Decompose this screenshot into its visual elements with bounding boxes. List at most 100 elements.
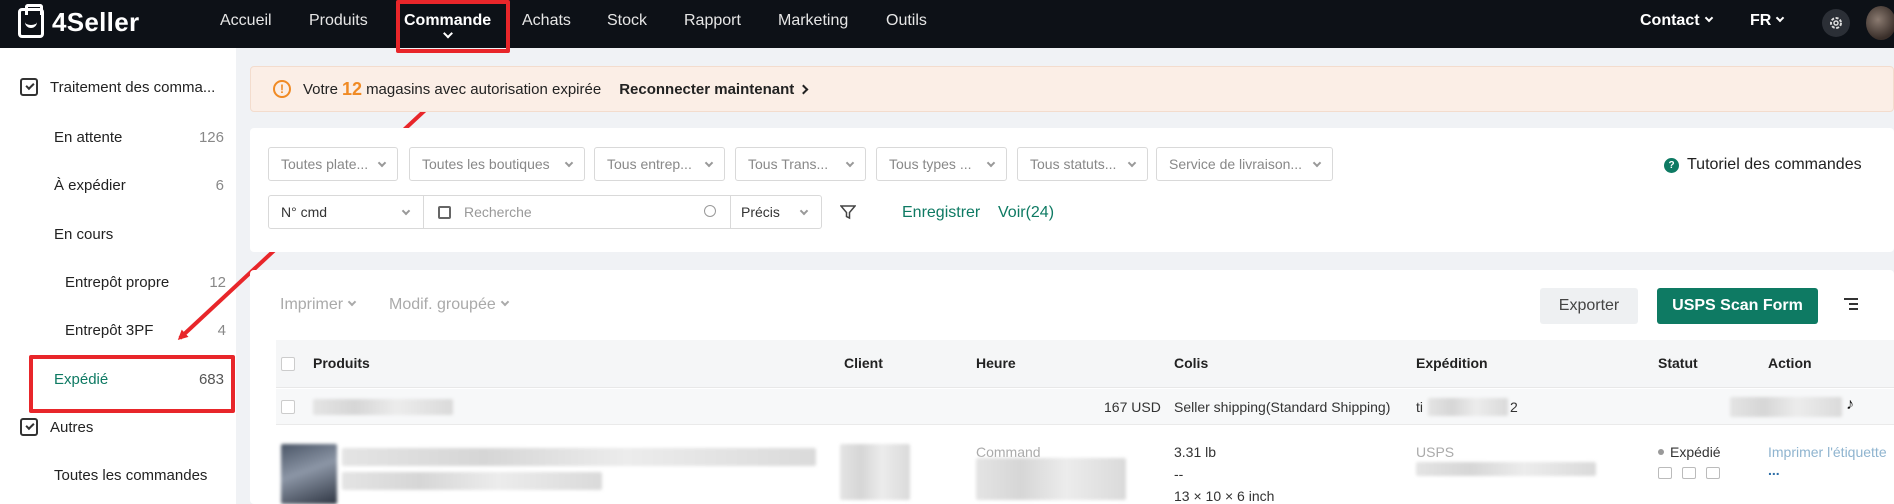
filter-label: Toutes plate... bbox=[281, 156, 369, 172]
sidebar-item-label: Entrepôt propre bbox=[65, 274, 170, 291]
gear-icon bbox=[1830, 17, 1842, 29]
order-amount: 167 USD bbox=[1104, 399, 1161, 415]
filter-panel: Toutes plate... Toutes les boutiques Tou… bbox=[250, 128, 1894, 252]
chevron-down-icon bbox=[1127, 158, 1137, 168]
search-icon bbox=[704, 205, 716, 217]
warehouse-filter[interactable]: Tous entrep... bbox=[594, 147, 725, 181]
user-avatar[interactable] bbox=[1866, 6, 1894, 40]
sidebar-item-label: À expédier bbox=[54, 177, 126, 194]
nav-item-produits[interactable]: Produits bbox=[309, 0, 368, 48]
sidebar-group-order-processing[interactable]: Traitement des comma... bbox=[20, 78, 215, 96]
filter-label: Tous Trans... bbox=[748, 156, 829, 172]
nav-item-achats[interactable]: Achats bbox=[522, 0, 571, 48]
nav-item-stock[interactable]: Stock bbox=[607, 0, 647, 48]
expired-authorization-alert: ! Votre 12 magasins avec autorisation ex… bbox=[250, 66, 1894, 112]
chevron-down-icon bbox=[347, 297, 357, 307]
sidebar-item-label: Toutes les commandes bbox=[54, 467, 208, 484]
chevron-down-icon bbox=[1704, 13, 1713, 23]
search-placeholder: Recherche bbox=[464, 204, 532, 220]
nav-item-accueil[interactable]: Accueil bbox=[220, 0, 272, 48]
bulk-edit-dropdown[interactable]: Modif. groupée bbox=[389, 296, 509, 314]
delivery-service-filter[interactable]: Service de livraison... bbox=[1156, 147, 1333, 181]
print-icon[interactable] bbox=[1682, 467, 1696, 479]
carrier-filter[interactable]: Tous Trans... bbox=[735, 147, 866, 181]
contact-menu[interactable]: Contact bbox=[1640, 0, 1713, 48]
warning-icon: ! bbox=[273, 80, 291, 98]
platform-filter[interactable]: Toutes plate... bbox=[268, 147, 398, 181]
carrier-name: USPS bbox=[1416, 444, 1455, 460]
column-header-shipping: Expédition bbox=[1416, 355, 1488, 371]
help-icon: ? bbox=[1664, 157, 1679, 173]
redacted-shipping-detail bbox=[1416, 462, 1596, 476]
redacted-product-sku bbox=[342, 472, 602, 490]
product-thumbnail[interactable] bbox=[281, 444, 337, 504]
table-header: Produits Client Heure Colis Expédition S… bbox=[276, 340, 1894, 388]
print-icon[interactable] bbox=[1706, 467, 1720, 479]
sidebar-group-label: Traitement des comma... bbox=[50, 78, 216, 96]
redacted-time bbox=[976, 458, 1126, 500]
save-view-link[interactable]: Enregistrer bbox=[902, 204, 980, 222]
brand-name: 4Seller bbox=[52, 7, 140, 37]
print-label-link[interactable]: Imprimer l'étiquette bbox=[1768, 444, 1887, 460]
search-field-label: N° cmd bbox=[281, 204, 328, 220]
status-filter[interactable]: Tous statuts... bbox=[1017, 147, 1148, 181]
language-selector[interactable]: FR bbox=[1750, 0, 1785, 48]
alert-prefix: Votre bbox=[303, 80, 339, 98]
nav-item-commande[interactable]: Commande bbox=[404, 0, 491, 48]
sidebar-item-count: 683 bbox=[198, 371, 224, 388]
chevron-down-icon bbox=[442, 28, 453, 39]
chevron-down-icon bbox=[1312, 158, 1322, 168]
column-header-action: Action bbox=[1768, 355, 1812, 371]
nav-item-rapport[interactable]: Rapport bbox=[684, 0, 741, 48]
chevron-down-icon bbox=[500, 297, 509, 307]
chevron-down-icon bbox=[845, 158, 855, 168]
chevron-down-icon bbox=[377, 158, 387, 168]
settings-button[interactable] bbox=[1822, 9, 1850, 37]
print-icon[interactable] bbox=[1658, 467, 1672, 479]
search-input[interactable]: Recherche bbox=[423, 195, 731, 229]
filter-label: Tous statuts... bbox=[1030, 156, 1117, 172]
filter-label: Toutes les boutiques bbox=[422, 156, 550, 172]
usps-scan-form-button[interactable]: USPS Scan Form bbox=[1657, 288, 1818, 324]
status-badge: Expédié bbox=[1658, 444, 1721, 460]
redacted-tracking-number bbox=[1428, 398, 1508, 416]
sidebar-item-count: 126 bbox=[198, 129, 224, 146]
column-header-time: Heure bbox=[976, 355, 1016, 371]
alert-message: magasins avec autorisation expirée bbox=[366, 80, 602, 98]
column-header-client: Client bbox=[844, 355, 883, 371]
more-actions-button[interactable]: ... bbox=[1768, 462, 1780, 478]
match-mode-select[interactable]: Précis bbox=[730, 195, 822, 229]
saved-views-link[interactable]: Voir(24) bbox=[998, 204, 1054, 222]
tracking-prefix: ti bbox=[1416, 399, 1423, 415]
column-settings-icon[interactable] bbox=[1844, 298, 1858, 312]
filter-funnel-icon bbox=[839, 205, 857, 220]
print-actions bbox=[1658, 466, 1730, 483]
reconnect-link[interactable]: Reconnecter maintenant bbox=[619, 81, 809, 98]
bulk-edit-label: Modif. groupée bbox=[389, 296, 496, 313]
type-filter[interactable]: Tous types ... bbox=[876, 147, 1007, 181]
export-button[interactable]: Exporter bbox=[1540, 288, 1638, 324]
nav-item-commande-label: Commande bbox=[404, 12, 492, 29]
nav-item-outils[interactable]: Outils bbox=[886, 0, 927, 48]
sidebar-group-autres[interactable]: Autres bbox=[20, 418, 93, 436]
order-tutorial-link[interactable]: ? Tutoriel des commandes bbox=[1664, 156, 1862, 174]
chevron-down-icon bbox=[401, 206, 411, 216]
redacted-order-id bbox=[313, 399, 453, 415]
store-filter[interactable]: Toutes les boutiques bbox=[409, 147, 585, 181]
package-weight-sub: -- bbox=[1174, 466, 1184, 482]
print-dropdown[interactable]: Imprimer bbox=[280, 296, 357, 314]
row-checkbox[interactable] bbox=[281, 400, 295, 414]
filter-label: Tous types ... bbox=[889, 156, 972, 172]
nav-item-marketing[interactable]: Marketing bbox=[778, 0, 848, 48]
search-field-select[interactable]: N° cmd bbox=[268, 195, 424, 229]
column-header-status: Statut bbox=[1658, 355, 1698, 371]
advanced-filter-button[interactable] bbox=[839, 204, 857, 220]
order-group-row: 167 USD Seller shipping(Standard Shippin… bbox=[276, 389, 1894, 425]
brand-logo[interactable]: 4Seller bbox=[18, 3, 140, 38]
redacted-product-title bbox=[342, 448, 816, 466]
filter-label: Service de livraison... bbox=[1169, 156, 1303, 172]
chevron-down-icon bbox=[986, 158, 996, 168]
tiktok-icon: ♪ bbox=[1846, 396, 1854, 413]
column-header-package: Colis bbox=[1174, 355, 1209, 371]
select-all-checkbox[interactable] bbox=[281, 357, 295, 371]
